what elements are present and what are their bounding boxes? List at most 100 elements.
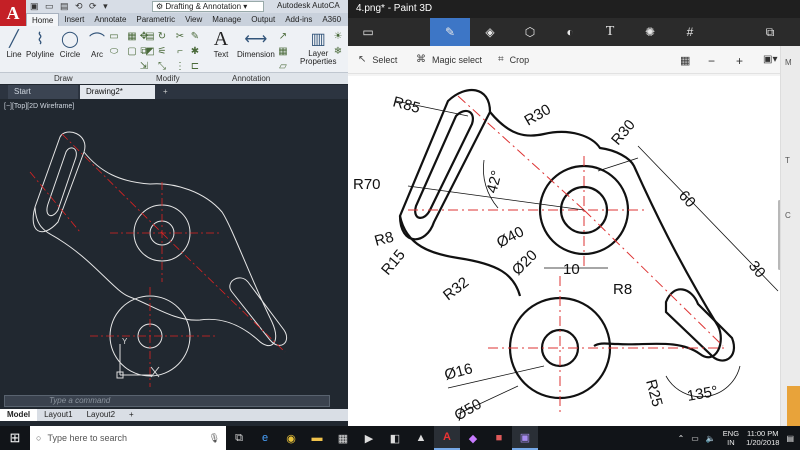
viewport-label[interactable]: [−][Top][2D Wireframe] — [4, 103, 74, 110]
erase-icon[interactable]: ✎ — [188, 30, 202, 42]
notification-chevron-icon[interactable]: ⌃ — [678, 434, 685, 443]
explode-icon[interactable]: ✱ — [188, 45, 202, 57]
paint3d-taskbar-button[interactable]: ◆ — [460, 426, 486, 450]
new-layout-button[interactable]: + — [122, 409, 141, 421]
canvas-icon: # — [686, 25, 694, 39]
ellipse-icon[interactable]: ⬭ — [107, 45, 121, 57]
tab-parametric[interactable]: Parametric — [131, 13, 180, 26]
autocad-logo[interactable]: A — [0, 0, 26, 26]
autocad-drawing-area[interactable]: Y — [0, 112, 348, 394]
zoom-out-button[interactable]: − — [708, 54, 715, 68]
canvas-button[interactable]: # — [670, 18, 710, 46]
magic-select-button[interactable]: ⌘ Magic select — [416, 54, 482, 65]
photos-button[interactable]: ▲ — [408, 426, 434, 450]
tab-layout2[interactable]: Layout2 — [80, 409, 122, 421]
rectangle-icon[interactable]: ▭ — [107, 30, 121, 42]
label-dia20: Ø20 — [509, 247, 541, 279]
explorer-button[interactable]: ▬ — [304, 426, 330, 450]
copy-icon[interactable]: ⧉ — [137, 45, 151, 57]
media-player-button[interactable]: ▶ — [356, 426, 382, 450]
tab-a360[interactable]: A360 — [317, 13, 346, 26]
markup-icon[interactable]: ▱ — [276, 60, 290, 72]
volume-icon[interactable]: 🔈 — [706, 434, 716, 443]
circle-tool-button[interactable]: ◯ Circle — [59, 28, 81, 59]
tab-layout1[interactable]: Layout1 — [37, 409, 79, 421]
line-tool-button[interactable]: ╱ Line — [3, 28, 25, 59]
clock[interactable]: 11:00 PM 1/20/2018 — [746, 429, 779, 447]
paste-button[interactable]: ⧉ — [750, 18, 790, 46]
calculator-button[interactable]: ▦ — [330, 426, 356, 450]
offset-icon[interactable]: ⊏ — [188, 60, 202, 72]
quick-access-toolbar[interactable]: ▣ ▭ ▤ ⟲ ⟳ ▾ — [30, 1, 110, 12]
label-60: 60 — [675, 187, 699, 211]
action-center-icon[interactable]: ▤ — [786, 434, 794, 443]
layer-freeze-icon[interactable]: ❄ — [331, 45, 345, 57]
leader-icon[interactable]: ↗ — [276, 30, 290, 42]
move-icon[interactable]: ✥ — [137, 30, 151, 42]
stretch-icon[interactable]: ⇲ — [137, 60, 151, 72]
polyline-tool-label: Polyline — [26, 50, 55, 59]
table-icon[interactable]: ▦ — [276, 45, 290, 57]
rotate-icon[interactable]: ↻ — [155, 30, 169, 42]
tab-add-ins[interactable]: Add-ins — [280, 13, 317, 26]
text-tool-button[interactable]: A Text — [210, 28, 232, 60]
store-button[interactable]: ◧ — [382, 426, 408, 450]
paint3d-canvas[interactable]: R85 R30 R30 R70 42° 60 R8 Ø40 R15 Ø20 10… — [348, 76, 780, 426]
image-options-button[interactable]: ▣▾ — [763, 54, 777, 65]
zoom-in-button[interactable]: + — [736, 54, 743, 68]
polyline-tool-button[interactable]: ⌇ Polyline — [26, 28, 54, 59]
text-button[interactable]: T — [590, 18, 630, 46]
layer-side-tools: ☀ ❄ — [331, 30, 345, 57]
new-tab-button[interactable]: + — [157, 85, 174, 99]
start-button[interactable]: ⊞ — [0, 426, 30, 450]
effects-button[interactable]: ✺ — [630, 18, 670, 46]
polyline-icon: ⌇ — [36, 31, 44, 48]
taskbar-search[interactable]: ○ Type here to search 🎙 — [30, 426, 226, 450]
tab-annotate[interactable]: Annotate — [89, 13, 131, 26]
layer-state-icon[interactable]: ☀ — [331, 30, 345, 42]
text-icon: T — [605, 24, 615, 39]
modify-panel-label[interactable]: Modify — [156, 74, 180, 83]
annotation-panel-label[interactable]: Annotation — [232, 74, 270, 83]
select-label: Select — [372, 54, 398, 65]
array-icon[interactable]: ⋮ — [173, 60, 187, 72]
image-viewer-taskbar-button[interactable]: ▣ — [512, 426, 538, 450]
language-indicator[interactable]: ENG IN — [723, 429, 739, 447]
chrome-button[interactable]: ◉ — [278, 426, 304, 450]
select-button[interactable]: ↖ Select — [358, 54, 397, 65]
tab-output[interactable]: Output — [246, 13, 280, 26]
2d-shapes-button[interactable]: ◈ — [470, 18, 510, 46]
menu-folder-button[interactable]: ▭ — [348, 18, 388, 46]
tab-insert[interactable]: Insert — [59, 13, 89, 26]
draw-panel-label[interactable]: Draw — [54, 74, 73, 83]
paste-icon: ⧉ — [765, 24, 775, 39]
color-swatch[interactable] — [787, 386, 800, 426]
mirror-icon[interactable]: ⚟ — [155, 45, 169, 57]
workspace-dropdown[interactable]: ⚙ Drafting & Annotation ▾ — [152, 1, 264, 12]
trim-icon[interactable]: ✂ — [173, 30, 187, 42]
tab-view[interactable]: View — [180, 13, 207, 26]
autocad-taskbar-button[interactable]: A — [434, 426, 460, 450]
arc-tool-button[interactable]: ⌒ Arc — [86, 28, 108, 59]
scale-icon[interactable]: ⤡ — [155, 60, 169, 72]
tab-start[interactable]: Start — [8, 85, 78, 99]
paint3d-side-panel[interactable]: M T C — [780, 46, 800, 426]
fillet-icon[interactable]: ⌐ — [173, 45, 187, 57]
grid-view-button[interactable]: ▦ — [680, 54, 690, 67]
command-input[interactable]: Type a command — [4, 395, 330, 407]
microphone-icon[interactable]: 🎙 — [209, 433, 220, 444]
3d-shapes-button[interactable]: ⬡ — [510, 18, 550, 46]
app-taskbar-button[interactable]: ■ — [486, 426, 512, 450]
tab-drawing2[interactable]: Drawing2* — [80, 85, 155, 99]
tab-manage[interactable]: Manage — [207, 13, 246, 26]
tab-home[interactable]: Home — [26, 13, 60, 26]
task-view-button[interactable]: ⧉ — [226, 426, 252, 450]
label-r30-top: R30 — [522, 101, 554, 129]
edge-button[interactable]: e — [252, 426, 278, 450]
brushes-button[interactable]: ✎ — [430, 18, 470, 46]
dimension-tool-button[interactable]: ⟷ Dimension — [237, 28, 275, 59]
tab-model[interactable]: Model — [0, 409, 38, 421]
crop-button[interactable]: ⌗ Crop — [498, 54, 529, 65]
stickers-button[interactable]: ◐ — [550, 18, 590, 46]
network-icon[interactable]: ▭ — [691, 434, 699, 443]
